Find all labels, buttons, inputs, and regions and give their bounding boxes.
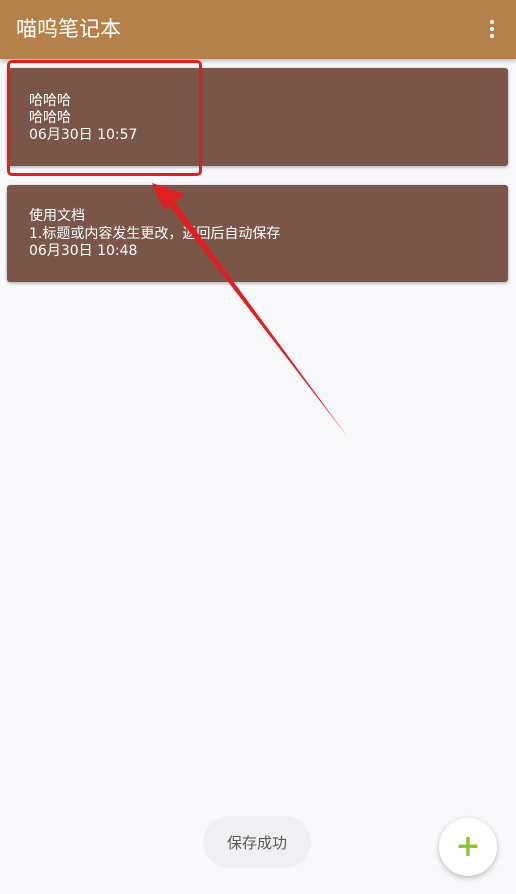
note-content: 1.标题或内容发生更改，返回后自动保存	[29, 226, 281, 242]
menu-dot	[490, 20, 494, 24]
more-vert-icon[interactable]	[476, 12, 508, 46]
note-card[interactable]: 哈哈哈 哈哈哈 06月30日 10:57	[7, 68, 508, 166]
menu-dot	[490, 27, 494, 31]
plus-icon: +	[455, 829, 481, 864]
note-time: 06月30日 10:48	[29, 243, 138, 259]
app-title: 喵呜笔记本	[16, 17, 121, 41]
add-note-button[interactable]: +	[439, 818, 497, 876]
note-time: 06月30日 10:57	[29, 127, 138, 143]
note-content: 哈哈哈	[29, 110, 71, 126]
menu-dot	[490, 34, 494, 38]
note-title: 哈哈哈	[29, 93, 71, 109]
note-card[interactable]: 使用文档 1.标题或内容发生更改，返回后自动保存 06月30日 10:48	[7, 185, 508, 282]
note-title: 使用文档	[29, 208, 85, 224]
app-bar: 喵呜笔记本	[0, 0, 516, 59]
toast-message: 保存成功	[203, 816, 311, 868]
